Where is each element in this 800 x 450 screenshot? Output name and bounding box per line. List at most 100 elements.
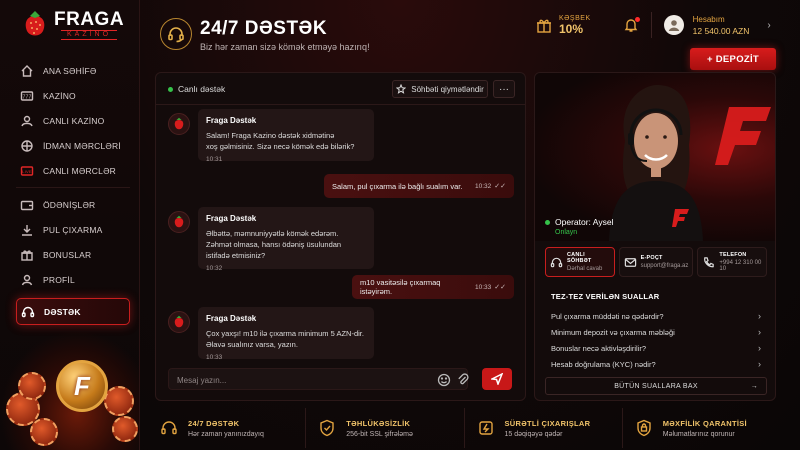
- feature-security: TƏHLÜKƏSİZLİK 256-bit SSL şifrələmə: [305, 408, 463, 448]
- gift-icon[interactable]: [535, 16, 553, 34]
- sidebar-item-sports[interactable]: İDMAN MƏRCLƏRİ: [16, 133, 130, 158]
- feature-fast-withdraw: SÜRƏTLİ ÇIXARIŞLAR 15 dəqiqəyə qədər: [463, 408, 622, 448]
- contact-phone[interactable]: TELEFON +994 12 310 00 10: [697, 247, 768, 277]
- svg-text:LIVE: LIVE: [22, 168, 32, 173]
- deposit-button[interactable]: + DEPOZİT: [690, 48, 776, 70]
- strawberry-icon: [174, 117, 184, 130]
- sidebar-item-profile[interactable]: PROFİL: [16, 267, 130, 292]
- feature-value: Məlumatlarınız qorunur: [662, 430, 735, 438]
- message-line: Salam! Fraga Kazino dəstək xidmətinə: [206, 131, 335, 140]
- online-dot: [545, 219, 550, 225]
- read-check-icon: ✓✓: [494, 183, 506, 190]
- sidebar-item-label: BONUSLAR: [43, 249, 92, 260]
- brand-name: FRAGA: [54, 9, 125, 30]
- message-input[interactable]: [177, 373, 417, 387]
- feature-value: 256-bit SSL şifrələmə: [346, 430, 413, 438]
- chip: [104, 386, 134, 416]
- rate-chat-button[interactable]: Söhbəti qiymətləndir: [392, 80, 488, 98]
- all-questions-button[interactable]: BÜTÜN SUALLARA BAX →: [545, 377, 767, 395]
- message-line: istifadə etmisiniz?: [206, 251, 266, 260]
- sidebar-item-payments[interactable]: ÖDƏNİŞLƏR: [16, 192, 130, 217]
- star-icon: [396, 84, 407, 94]
- features-bar: 24/7 DƏSTƏK Hər zaman yanınızdayıq TƏHLÜK…: [148, 408, 780, 448]
- brand-logo[interactable]: FRAGA KAZİNO: [22, 10, 124, 40]
- faq-item[interactable]: Hesab doğrulama (KYC) nədir? ›: [551, 356, 761, 372]
- contact-value: support@fraga.az: [640, 263, 689, 269]
- notification-dot: [634, 17, 640, 22]
- sidebar-item-support[interactable]: DƏSTƏK: [16, 298, 130, 325]
- chevron-right-icon[interactable]: ›: [767, 20, 770, 31]
- message-time: 10:33: [206, 354, 223, 361]
- feature-value: 15 dəqiqəyə qədər: [504, 430, 563, 438]
- cashback-value: 10%: [559, 21, 584, 36]
- faq-item[interactable]: Minimum depozit və çıxarma məbləği ›: [551, 324, 761, 340]
- attachment-icon[interactable]: [457, 373, 469, 387]
- chat-status: Canlı dəstək: [178, 84, 226, 94]
- topbar-divider: [650, 12, 652, 38]
- send-button[interactable]: [482, 368, 512, 390]
- all-questions-label: BÜTÜN SUALLARA BAX: [614, 382, 698, 390]
- contact-label: TELEFON: [719, 252, 747, 258]
- faq-question: Minimum depozit və çıxarma məbləği: [551, 327, 675, 337]
- contact-live-chat[interactable]: CANLI SÖHBƏT Dərhal cavab: [545, 247, 615, 277]
- strawberry-icon: [174, 215, 184, 228]
- operator-status: Onlayn: [555, 229, 578, 236]
- account-label: Hesabım: [692, 14, 725, 24]
- sidebar-item-live-bets[interactable]: LIVE CANLI MƏRCLƏR: [16, 158, 130, 183]
- sidebar-item-live-casino[interactable]: CANLI KAZİNO: [16, 108, 130, 133]
- live-icon: LIVE: [20, 165, 34, 176]
- top-bar: KƏŞBEK 10% Hesabım 12 540.00 AZN ›: [525, 8, 783, 42]
- message-time: 10:31: [206, 156, 223, 163]
- feature-label: TƏHLÜKƏSİZLİK: [346, 418, 411, 428]
- feature-label: 24/7 DƏSTƏK: [188, 418, 240, 428]
- account-widget[interactable]: Hesabım 12 540.00 AZN: [693, 15, 750, 36]
- sidebar-item-label: İDMAN MƏRCLƏRİ: [43, 140, 121, 151]
- notifications-button[interactable]: [623, 17, 640, 33]
- privacy-icon: [637, 419, 651, 437]
- sidebar-item-label: KAZİNO: [43, 90, 76, 101]
- message-sender: Fraga Dəstək: [206, 314, 257, 323]
- message-line: Zəhmət olmasa, hansı ödəniş üsulundan: [206, 240, 342, 249]
- dealer-icon: [21, 115, 33, 126]
- mail-icon: [624, 257, 636, 267]
- fraga-coin-icon: F: [56, 360, 108, 412]
- avatar[interactable]: [663, 15, 684, 35]
- withdraw-icon: [22, 224, 32, 236]
- faq-question: Bonuslar necə aktivləşdirilir?: [551, 343, 647, 353]
- sidebar-item-home[interactable]: ANA SƏHİFƏ: [16, 58, 130, 83]
- bot-message: Fraga Dəstək Salam! Fraga Kazino dəstək …: [198, 109, 374, 163]
- sidebar-item-withdraw[interactable]: PUL ÇIXARMA: [16, 217, 130, 242]
- online-dot: [168, 87, 173, 92]
- more-options-button[interactable]: ···: [493, 80, 515, 98]
- contact-email[interactable]: E-POÇT support@fraga.az: [618, 247, 694, 277]
- sidebar-nav: ANA SƏHİFƏ 777 KAZİNO CANLI KAZİNO İDMAN…: [16, 58, 130, 325]
- cashback-label: KƏŞBEK: [559, 14, 591, 22]
- chip: [30, 418, 58, 446]
- feature-label: MƏXFİLİK QARANTİSİ: [662, 418, 747, 428]
- cashback-widget[interactable]: KƏŞBEK 10%: [559, 15, 591, 36]
- sidebar-item-casino[interactable]: 777 KAZİNO: [16, 83, 130, 108]
- operator-photo: [535, 73, 775, 241]
- rate-chat-label: Söhbəti qiymətləndir: [411, 84, 484, 94]
- message-text: Salam, pul çıxarma ilə bağlı sualım var.: [332, 181, 463, 191]
- faq-item[interactable]: Bonuslar necə aktivləşdirilir? ›: [551, 340, 761, 356]
- user-message: Salam, pul çıxarma ilə bağlı sualım var.…: [324, 174, 514, 198]
- slot-icon: 777: [20, 90, 34, 101]
- sidebar-item-label: CANLI MƏRCLƏR: [43, 165, 117, 176]
- strawberry-icon: [174, 315, 184, 328]
- sidebar-item-label: ÖDƏNİŞLƏR: [43, 199, 96, 210]
- emoji-icon[interactable]: [437, 373, 451, 387]
- send-icon: [491, 373, 503, 385]
- operator-name: Operator: Aysel: [545, 217, 613, 227]
- faq-item[interactable]: Pul çıxarma müddəti nə qədərdir? ›: [551, 308, 761, 324]
- message-time: 10:32: [474, 182, 492, 190]
- chevron-right-icon: ›: [758, 327, 761, 337]
- contact-options: CANLI SÖHBƏT Dərhal cavab E-POÇT support@f…: [545, 247, 768, 277]
- sidebar-divider: [16, 187, 130, 188]
- message-time: 10:32: [206, 265, 223, 272]
- sidebar-item-bonuses[interactable]: BONUSLAR: [16, 242, 130, 267]
- strawberry-icon: [25, 11, 45, 36]
- home-icon: [21, 64, 33, 77]
- headset-icon: [161, 421, 177, 435]
- contact-value: Dərhal cavab: [567, 266, 603, 272]
